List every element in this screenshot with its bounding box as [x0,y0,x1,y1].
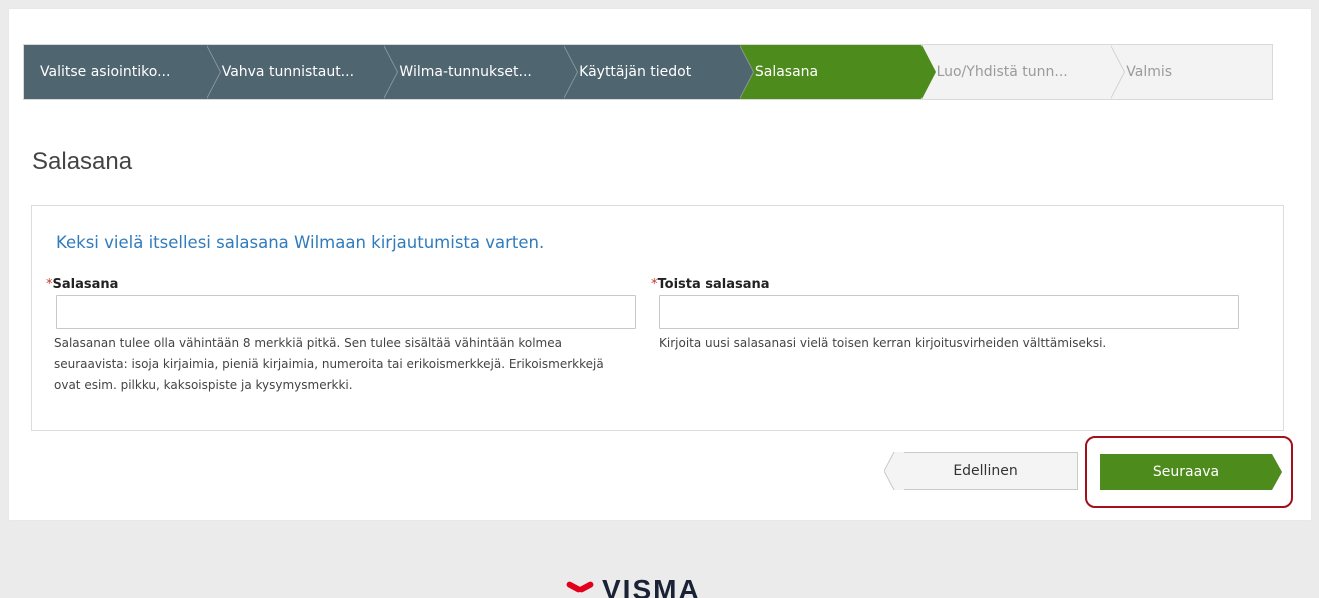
password-repeat-help: Kirjoita uusi salasanasi vielä toisen ke… [659,336,1107,350]
password-repeat-label-text: Toista salasana [657,277,770,292]
step-create-link-account: Luo/Yhdistä tunn... [920,45,1125,99]
password-form-panel: Keksi vielä itsellesi salasana Wilmaan k… [31,205,1284,431]
password-help-line: Salasanan tulee olla vähintään 8 merkkiä… [54,336,562,350]
form-lead-text: Keksi vielä itsellesi salasana Wilmaan k… [56,233,545,252]
visma-mark-icon [564,580,598,598]
step-label: Luo/Yhdistä tunn... [936,64,1068,80]
step-label: Valmis [1126,64,1173,80]
step-user-info[interactable]: Käyttäjän tiedot [563,45,754,99]
step-wilma-credentials[interactable]: Wilma-tunnukset... [383,45,578,99]
next-button-highlight-frame [1085,436,1293,508]
step-done: Valmis [1110,45,1272,99]
visma-logo: VISMA [564,576,701,598]
password-repeat-label: *Toista salasana [651,277,770,292]
step-label: Vahva tunnistaut... [221,64,355,80]
step-password[interactable]: Salasana [738,45,936,99]
step-label: Valitse asiointiko... [40,64,171,80]
password-label-text: Salasana [52,277,119,292]
password-help: Salasanan tulee olla vähintään 8 merkkiä… [54,333,604,396]
page-title: Salasana [32,148,133,175]
password-input[interactable] [56,295,636,329]
step-label: Käyttäjän tiedot [579,64,692,80]
password-label: *Salasana [46,277,118,292]
visma-logo-text: VISMA [602,576,701,598]
previous-button-label: Edellinen [953,463,1018,479]
password-help-line: seuraavista: isoja kirjaimia, pieniä kir… [54,357,604,371]
previous-button[interactable]: Edellinen [884,452,1078,490]
password-help-line: ovat esim. pilkku, kaksoispiste ja kysym… [54,378,353,392]
chevron-left-icon [884,452,904,490]
step-choose-service[interactable]: Valitse asiointiko... [24,45,221,99]
step-strong-auth[interactable]: Vahva tunnistaut... [205,45,399,99]
wizard-steps: Valitse asiointiko... Vahva tunnistaut..… [23,44,1273,100]
step-label: Wilma-tunnukset... [399,64,532,80]
step-label: Salasana [754,64,819,80]
password-repeat-input[interactable] [659,295,1239,329]
